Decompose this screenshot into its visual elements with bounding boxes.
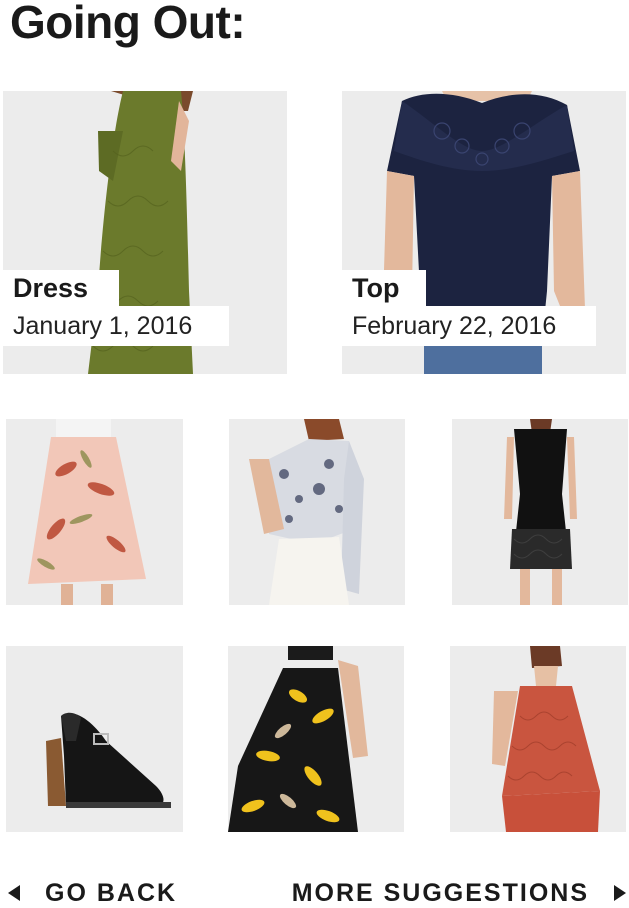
more-suggestions-label: MORE SUGGESTIONS: [291, 879, 589, 907]
suggestion-item[interactable]: [6, 646, 183, 832]
featured-label: Dress: [3, 270, 119, 306]
triangle-left-icon: [8, 885, 20, 901]
more-suggestions-button[interactable]: MORE SUGGESTIONS: [292, 878, 626, 908]
featured-category: Top: [352, 273, 400, 303]
black-lace-dress-image: [452, 419, 628, 605]
printed-jacket-image: [229, 419, 405, 605]
featured-category: Dress: [13, 273, 89, 303]
suggestion-item[interactable]: [6, 419, 183, 605]
suggestion-item[interactable]: [450, 646, 626, 832]
suggestion-item[interactable]: [228, 646, 404, 832]
coral-lace-top-image: [450, 646, 626, 832]
yellow-floral-skirt-image: [228, 646, 404, 832]
triangle-right-icon: [614, 885, 626, 901]
featured-item-dress[interactable]: Dress January 1, 2016: [3, 91, 287, 374]
page-title: Going Out:: [10, 0, 246, 48]
featured-label: Top: [342, 270, 426, 306]
floral-skirt-image: [6, 419, 183, 605]
featured-item-top[interactable]: Top February 22, 2016: [342, 91, 626, 374]
featured-date: January 1, 2016: [13, 312, 193, 340]
featured-date-label: February 22, 2016: [342, 306, 596, 346]
featured-date: February 22, 2016: [352, 312, 557, 340]
suggestion-item[interactable]: [229, 419, 405, 605]
go-back-button[interactable]: GO BACK: [8, 878, 177, 908]
go-back-label: GO BACK: [45, 879, 178, 907]
featured-date-label: January 1, 2016: [3, 306, 229, 346]
suggestion-item[interactable]: [452, 419, 628, 605]
block-heel-sandals-image: [6, 646, 183, 832]
